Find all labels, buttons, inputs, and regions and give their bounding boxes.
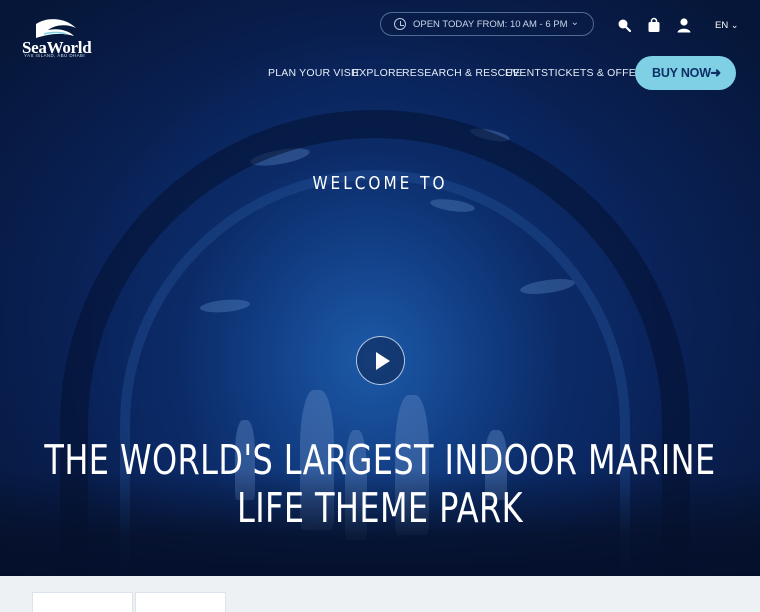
search-icon[interactable] [616, 17, 632, 33]
nav-item-plan-your-visit[interactable]: PLAN YOUR VISIT [268, 67, 361, 79]
opening-hours-dropdown[interactable]: OPEN TODAY FROM: 10 AM - 6 PM ⌄ [380, 12, 594, 36]
clock-icon [394, 18, 406, 30]
hero-headline: THE WORLD'S LARGEST INDOOR MARINE LIFE T… [44, 436, 716, 532]
brand-subtitle: YAS ISLAND, ABU DHABI [24, 53, 86, 58]
opening-hours-text: OPEN TODAY FROM: 10 AM - 6 PM [413, 18, 568, 30]
buy-now-button[interactable]: BUY NOW ➜ [635, 56, 736, 90]
chevron-down-icon: ⌄ [730, 20, 739, 30]
language-label: EN [715, 20, 729, 31]
nav-item-explore[interactable]: EXPLORE [352, 67, 403, 79]
play-video-button[interactable] [356, 336, 405, 385]
shopping-bag-icon[interactable] [646, 17, 662, 33]
nav-item-events[interactable]: EVENTS [505, 67, 548, 79]
booking-tab[interactable] [32, 592, 133, 612]
hero-banner: SeaWorld YAS ISLAND, ABU DHABI OPEN TODA… [0, 0, 760, 576]
arrow-right-icon: ➜ [710, 65, 721, 80]
hero-welcome-text: WELCOME TO [312, 173, 448, 195]
booking-tab[interactable] [135, 592, 226, 612]
language-selector[interactable]: EN ⌄ [715, 20, 738, 31]
buy-now-label: BUY NOW [652, 66, 711, 80]
chevron-down-icon: ⌄ [570, 17, 579, 28]
user-icon[interactable] [676, 17, 692, 33]
nav-item-research-rescue[interactable]: RESEARCH & RESCUE [402, 67, 520, 79]
